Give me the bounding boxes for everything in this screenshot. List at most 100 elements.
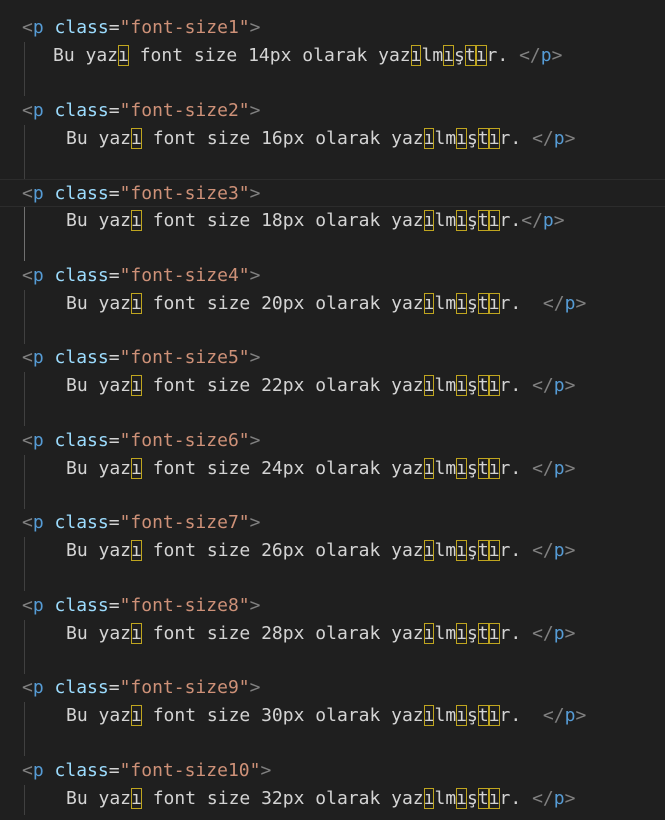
paragraph-text: Bu yazı font size 22px olarak yazılmıştı… <box>66 372 575 400</box>
open-tag: <p class="font-size5"> <box>22 344 260 372</box>
paragraph-text: Bu yazı font size 14px olarak yazılmıştı… <box>53 42 562 70</box>
tag-bracket: </ <box>532 623 554 644</box>
text-segment: r. <box>499 623 533 644</box>
close-tag-name: p <box>540 45 552 66</box>
quote: " <box>119 677 131 698</box>
tag-bracket: < <box>22 17 33 38</box>
tag-bracket: < <box>22 183 33 204</box>
code-line-text[interactable]: Bu yazı font size 24px olarak yazılmıştı… <box>0 455 665 483</box>
quote: " <box>238 512 250 533</box>
unicode-highlight-char: ı <box>131 210 142 231</box>
tag-bracket: > <box>564 375 576 396</box>
text-segment: font size 18px olarak yaz <box>141 210 424 231</box>
tag-bracket: > <box>575 705 587 726</box>
code-line-open-tag[interactable]: <p class="font-size10"> <box>0 757 665 785</box>
unicode-highlight-char: ı <box>456 375 468 396</box>
equals-sign: = <box>108 760 120 781</box>
tag-name: p <box>32 100 44 121</box>
open-tag: <p class="font-size1"> <box>22 14 260 42</box>
unicode-highlight-char: ı <box>456 293 468 314</box>
unicode-highlight-char: ı <box>423 705 435 726</box>
unicode-highlight-char: t <box>477 623 489 644</box>
tag-bracket: > <box>564 128 576 149</box>
tag-bracket: < <box>22 595 33 616</box>
tag-name: p <box>32 17 44 38</box>
unicode-highlight-char: t <box>477 293 489 314</box>
unicode-highlight-char: ı <box>475 45 487 66</box>
unicode-highlight-char: t <box>477 458 489 479</box>
quote: " <box>238 265 250 286</box>
unicode-highlight-char: ı <box>456 623 468 644</box>
open-tag: <p class="font-size9"> <box>22 674 260 702</box>
code-line-open-tag[interactable]: <p class="font-size2"> <box>0 97 665 125</box>
tag-bracket: </ <box>521 210 543 231</box>
tag-bracket: </ <box>532 540 554 561</box>
equals-sign: = <box>108 595 120 616</box>
text-segment: ş <box>467 128 478 149</box>
attribute-value: font-size5 <box>130 347 239 368</box>
code-editor[interactable]: <p class="font-size1"> Bu yazı font size … <box>0 0 665 820</box>
unicode-highlight-char: ı <box>423 458 435 479</box>
code-line-open-tag[interactable]: <p class="font-size5"> <box>0 344 665 372</box>
unicode-highlight-char: t <box>464 45 476 66</box>
code-line-text[interactable]: Bu yazı font size 28px olarak yazılmıştı… <box>0 620 665 648</box>
code-line-open-tag[interactable]: <p class="font-size8"> <box>0 592 665 620</box>
code-line-open-tag[interactable]: <p class="font-size6"> <box>0 427 665 455</box>
code-line-text[interactable]: Bu yazı font size 18px olarak yazılmıştı… <box>0 207 665 235</box>
tag-bracket: > <box>260 760 272 781</box>
attribute-name: class <box>54 183 109 204</box>
close-tag-name: p <box>553 375 565 396</box>
code-line-text[interactable]: Bu yazı font size 14px olarak yazılmıştı… <box>0 42 665 70</box>
code-line-text[interactable]: Bu yazı font size 30px olarak yazılmıştı… <box>0 702 665 730</box>
quote: " <box>119 430 131 451</box>
text-segment: lm <box>434 210 457 231</box>
code-line-text[interactable]: Bu yazı font size 16px olarak yazılmıştı… <box>0 125 665 153</box>
tag-bracket: </ <box>532 375 554 396</box>
text-segment: Bu yaz <box>66 788 132 809</box>
code-line-open-tag[interactable]: <p class="font-size7"> <box>0 509 665 537</box>
quote: " <box>238 595 250 616</box>
open-tag: <p class="font-size2"> <box>22 97 260 125</box>
unicode-highlight-char: t <box>477 540 489 561</box>
attribute-name: class <box>54 100 109 121</box>
text-segment: font size 30px olarak yaz <box>141 705 424 726</box>
text-segment: font size 26px olarak yaz <box>141 540 424 561</box>
unicode-highlight-char: t <box>477 705 489 726</box>
unicode-highlight-char: ı <box>488 210 500 231</box>
text-segment: r. <box>486 45 520 66</box>
quote: " <box>119 595 131 616</box>
unicode-highlight-char: ı <box>488 540 500 561</box>
indent-guide <box>24 125 25 179</box>
unicode-highlight-char: ı <box>131 293 142 314</box>
quote: " <box>238 183 250 204</box>
indent-guide <box>24 785 25 815</box>
code-line-open-tag[interactable]: <p class="font-size1"> <box>0 14 665 42</box>
indent-guide <box>24 207 25 261</box>
unicode-highlight-char: ı <box>456 458 468 479</box>
code-line-text[interactable]: Bu yazı font size 22px olarak yazılmıştı… <box>0 372 665 400</box>
tag-bracket: < <box>22 347 33 368</box>
tag-bracket: > <box>249 595 261 616</box>
attribute-value: font-size6 <box>130 430 239 451</box>
code-line-open-tag[interactable]: <p class="font-size9"> <box>0 674 665 702</box>
text-segment: ş <box>467 705 478 726</box>
code-line-open-tag[interactable]: <p class="font-size4"> <box>0 262 665 290</box>
attribute-value: font-size4 <box>130 265 239 286</box>
text-segment: r. <box>499 788 533 809</box>
tag-bracket: < <box>22 100 33 121</box>
tag-bracket: > <box>249 677 261 698</box>
paragraph-text: Bu yazı font size 20px olarak yazılmıştı… <box>66 290 586 318</box>
code-line-text[interactable]: Bu yazı font size 32px olarak yazılmıştı… <box>0 785 665 813</box>
code-line-text[interactable]: Bu yazı font size 26px olarak yazılmıştı… <box>0 537 665 565</box>
code-line-text[interactable]: Bu yazı font size 20px olarak yazılmıştı… <box>0 290 665 318</box>
indent-guide <box>24 290 25 344</box>
indent-guide <box>24 372 25 426</box>
text-segment: r. <box>499 458 533 479</box>
tag-bracket: < <box>22 760 33 781</box>
code-line-open-tag[interactable]: <p class="font-size3"> <box>0 179 665 207</box>
text-segment: lm <box>434 788 457 809</box>
equals-sign: = <box>108 512 120 533</box>
